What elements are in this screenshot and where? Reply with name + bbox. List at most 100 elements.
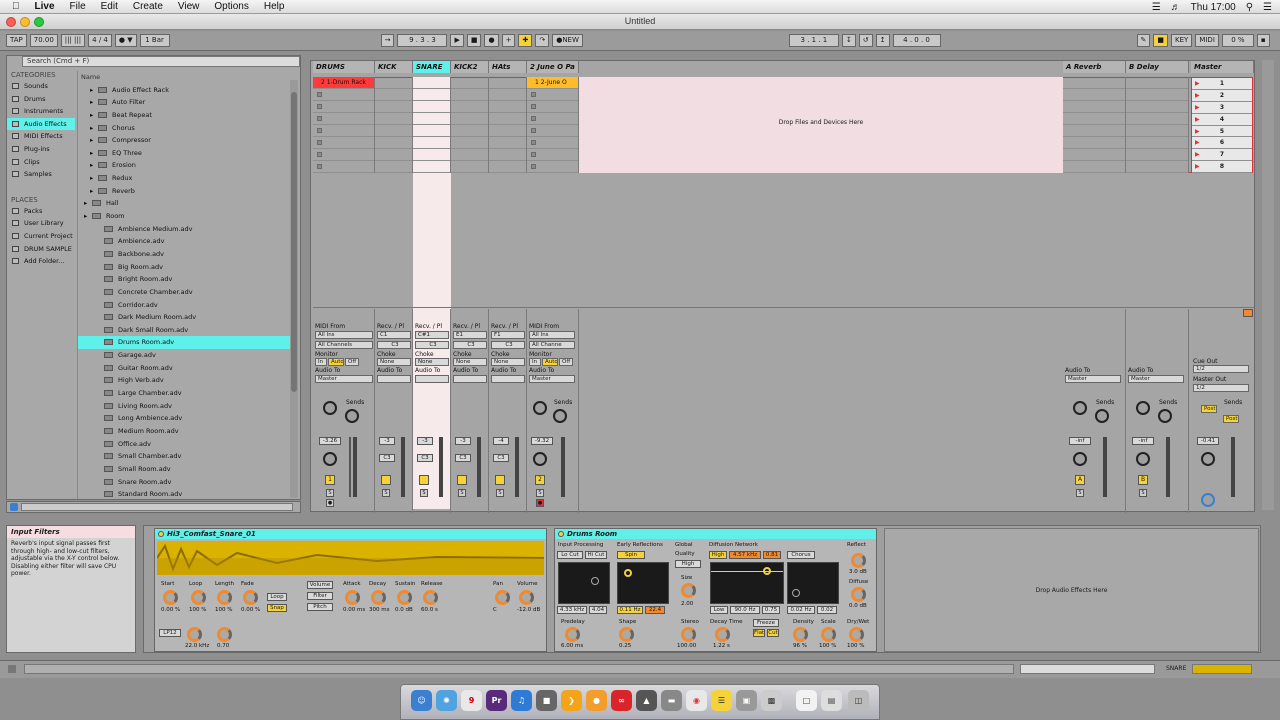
clip-slot[interactable]	[527, 113, 578, 125]
name-column-header[interactable]: Name	[78, 71, 290, 84]
audio-to-select[interactable]	[377, 375, 411, 383]
audio-to-select[interactable]: Master	[315, 375, 373, 383]
track-header-kick2[interactable]: KICK2	[451, 61, 489, 73]
loop-start-field[interactable]: 3 . 1 . 1	[788, 34, 839, 47]
early-reflections-xy[interactable]	[617, 562, 669, 604]
clip-slot[interactable]	[489, 89, 526, 101]
hi-cut-button[interactable]: Hi Cut	[585, 551, 607, 559]
high-amount-field[interactable]: 0.81	[763, 551, 781, 559]
browser-scrollbar[interactable]	[290, 80, 298, 498]
decay-knob[interactable]	[715, 627, 730, 642]
re-enable-automation-button[interactable]: ↷	[535, 34, 550, 47]
expand-icon[interactable]: ▸	[90, 172, 93, 185]
play-note-field[interactable]: C3	[377, 341, 411, 349]
monitor-auto-button[interactable]: Auto	[542, 358, 558, 366]
folder-icon[interactable]: ▤	[821, 690, 842, 711]
audio-to-select[interactable]: Master	[1128, 375, 1184, 383]
scene-play-icon[interactable]: ▶	[1195, 90, 1200, 101]
volume-display[interactable]: -3	[455, 437, 471, 445]
browser-search-input[interactable]: Search (Cmd + F)	[22, 56, 300, 67]
clip-slot[interactable]	[1126, 113, 1188, 125]
clip-slot[interactable]	[413, 89, 450, 101]
choke-select[interactable]: None	[491, 358, 525, 366]
track-activator-button[interactable]: 1	[325, 475, 335, 485]
expand-icon[interactable]: ▸	[90, 84, 93, 97]
pan-display[interactable]: C3	[417, 454, 433, 462]
clip-slot[interactable]	[313, 149, 374, 161]
reflect-knob[interactable]	[851, 553, 866, 568]
clip-slot[interactable]	[375, 77, 412, 89]
choke-select[interactable]: None	[453, 358, 487, 366]
hide-info-icon[interactable]	[8, 665, 16, 673]
scale-knob[interactable]	[821, 627, 836, 642]
expand-icon[interactable]: ▸	[90, 109, 93, 122]
scene-launch[interactable]: ▶ 4	[1192, 114, 1252, 126]
place-current-project[interactable]: Current Project	[7, 230, 75, 243]
er-amount-field[interactable]: 0.11 Hz	[617, 606, 643, 614]
key-map-indicator[interactable]: ■	[1153, 34, 1169, 47]
place-drum-sample[interactable]: DRUM SAMPLE	[7, 243, 75, 256]
freeze-button[interactable]: Freeze	[753, 619, 779, 627]
pan-knob[interactable]	[323, 452, 337, 466]
filter-type-select[interactable]: LP12	[159, 629, 181, 637]
scene-play-icon[interactable]: ▶	[1195, 137, 1200, 148]
xy-handle[interactable]	[591, 577, 599, 585]
browser-item[interactable]: Small Room.adv	[78, 463, 290, 476]
clip-slot[interactable]	[451, 125, 488, 137]
scene-play-icon[interactable]: ▶	[1195, 126, 1200, 137]
volume-icon[interactable]: ♬	[1171, 2, 1181, 13]
monitor-off-button[interactable]: Off	[345, 358, 359, 366]
volume-display[interactable]: -inf	[1069, 437, 1091, 445]
play-button[interactable]: ▶	[450, 34, 464, 47]
send-a-knob[interactable]	[323, 401, 337, 415]
midi-map-button[interactable]: MIDI	[1195, 34, 1219, 47]
volume-display[interactable]: -3	[417, 437, 433, 445]
drop-zone[interactable]: Drop Files and Devices Here	[579, 77, 1063, 173]
send-a-knob[interactable]	[533, 401, 547, 415]
browser-item[interactable]: ▸ Reverb	[78, 185, 290, 198]
browser-item[interactable]: Standard Room.adv	[78, 488, 290, 501]
browser-item[interactable]: Dark Medium Room.adv	[78, 311, 290, 324]
track-activator-button[interactable]	[419, 475, 429, 485]
send-a-knob[interactable]	[1136, 401, 1150, 415]
track-header-a-reverb[interactable]: A Reverb	[1063, 61, 1126, 73]
record-button[interactable]: ●	[484, 34, 499, 47]
low-amount-field[interactable]: 0.75	[762, 606, 780, 614]
menu-edit[interactable]: Edit	[101, 1, 118, 12]
clip-slot[interactable]	[413, 149, 450, 161]
clip-slot[interactable]	[1126, 149, 1188, 161]
audio-effects-drop-zone[interactable]: Drop Audio Effects Here	[884, 528, 1259, 652]
chrome-icon[interactable]: ◉	[686, 690, 707, 711]
volume-display[interactable]: -4	[493, 437, 509, 445]
clip-slot[interactable]	[1063, 113, 1125, 125]
receive-note-select[interactable]: C1	[377, 331, 411, 339]
pitch-tab[interactable]: Pitch	[307, 603, 333, 611]
clip-slot[interactable]	[489, 137, 526, 149]
scene-play-icon[interactable]: ▶	[1195, 78, 1200, 89]
play-note-field[interactable]: C3	[453, 341, 487, 349]
chorus-rate-field[interactable]: 0.02 Hz	[787, 606, 815, 614]
browser-item[interactable]: Ambience.adv	[78, 235, 290, 248]
send-a-knob[interactable]	[1073, 401, 1087, 415]
clip-slot[interactable]	[1063, 125, 1125, 137]
high-button[interactable]: High	[709, 551, 727, 559]
category-samples[interactable]: Samples	[7, 168, 75, 181]
menu-create[interactable]: Create	[133, 1, 163, 12]
device-power-icon[interactable]	[158, 531, 164, 537]
clip-slot[interactable]	[1063, 89, 1125, 101]
clip-slot[interactable]	[1063, 101, 1125, 113]
scene-play-icon[interactable]: ▶	[1195, 149, 1200, 160]
browser-item[interactable]: Concrete Chamber.adv	[78, 286, 290, 299]
lo-cut-button[interactable]: Lo Cut	[557, 551, 583, 559]
scene-launch[interactable]: ▶ 5	[1192, 126, 1252, 138]
cue-volume-knob[interactable]	[1201, 493, 1215, 507]
loop-switch[interactable]: ↺	[858, 34, 873, 47]
solo-button[interactable]: S	[1139, 489, 1147, 497]
expand-icon[interactable]: ▸	[90, 147, 93, 160]
expand-icon[interactable]: ▸	[90, 122, 93, 135]
expand-icon[interactable]: ▸	[90, 96, 93, 109]
low-button[interactable]: Low	[710, 606, 728, 614]
track-header-snare[interactable]: SNARE	[413, 61, 451, 73]
overdub-button[interactable]: +	[501, 34, 516, 47]
track-activator-button[interactable]	[381, 475, 391, 485]
